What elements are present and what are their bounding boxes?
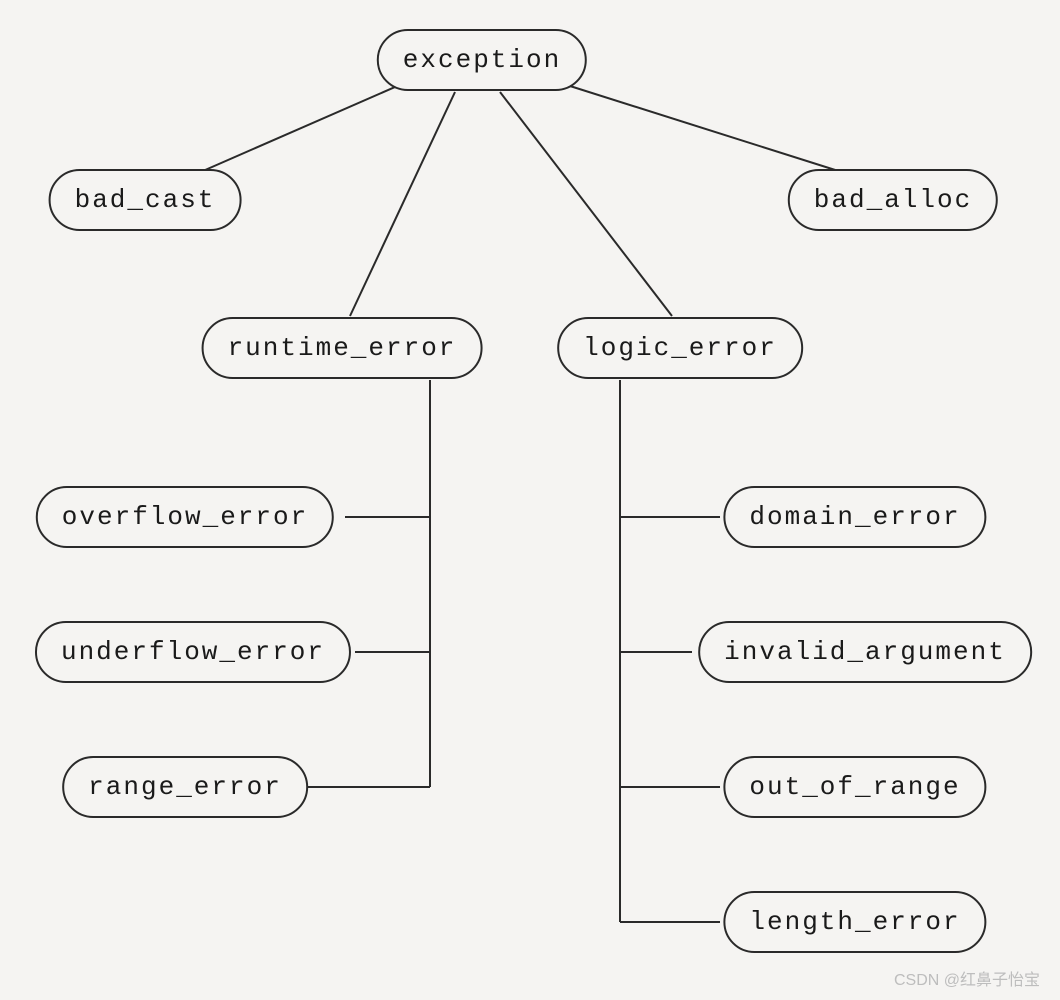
node-label: runtime_error [228,333,457,363]
node-label: length_error [749,907,960,937]
node-label: underflow_error [61,637,325,667]
node-label: range_error [88,772,282,802]
node-label: logic_error [583,333,777,363]
node-domain-error: domain_error [723,486,986,548]
node-length-error: length_error [723,891,986,953]
node-logic-error: logic_error [557,317,803,379]
node-label: out_of_range [749,772,960,802]
node-runtime-error: runtime_error [202,317,483,379]
node-label: invalid_argument [724,637,1006,667]
exception-hierarchy-diagram: exception bad_cast bad_alloc runtime_err… [0,0,1060,1000]
node-invalid-argument: invalid_argument [698,621,1032,683]
node-range-error: range_error [62,756,308,818]
watermark: CSDN @红鼻子怡宝 [894,966,1040,990]
node-bad-alloc: bad_alloc [788,169,998,231]
node-label: domain_error [749,502,960,532]
node-label: bad_cast [75,185,216,215]
node-exception: exception [377,29,587,91]
node-label: overflow_error [62,502,308,532]
node-overflow-error: overflow_error [36,486,334,548]
node-label: bad_alloc [814,185,972,215]
node-underflow-error: underflow_error [35,621,351,683]
node-label: exception [403,45,561,75]
node-out-of-range: out_of_range [723,756,986,818]
node-bad-cast: bad_cast [49,169,242,231]
